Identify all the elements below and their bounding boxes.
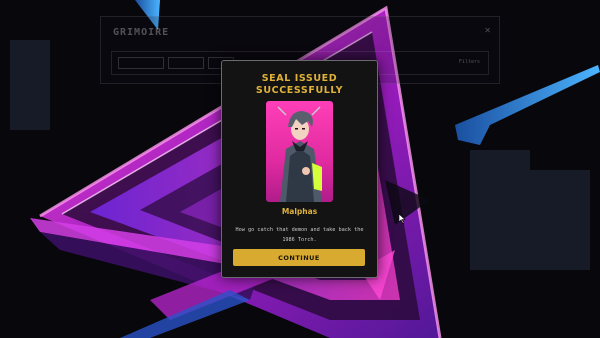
seal-issued-modal: SEAL ISSUED SUCCESSFULLY Malphas How go … [221,60,378,278]
character-description: How go catch that demon and take back th… [235,227,364,243]
continue-button[interactable]: CONTINUE [233,249,365,266]
mouse-cursor-icon [399,214,406,224]
character-name: Malphas [281,207,318,216]
filters-label: Filters [458,59,480,65]
character-portrait [266,101,333,202]
filter-select-1[interactable] [118,57,164,69]
close-icon[interactable]: ✕ [484,26,491,35]
panel-title: GRIMOIRE [113,27,170,38]
modal-title: SEAL ISSUED SUCCESSFULLY [255,73,344,96]
filter-select-2[interactable] [168,57,204,69]
